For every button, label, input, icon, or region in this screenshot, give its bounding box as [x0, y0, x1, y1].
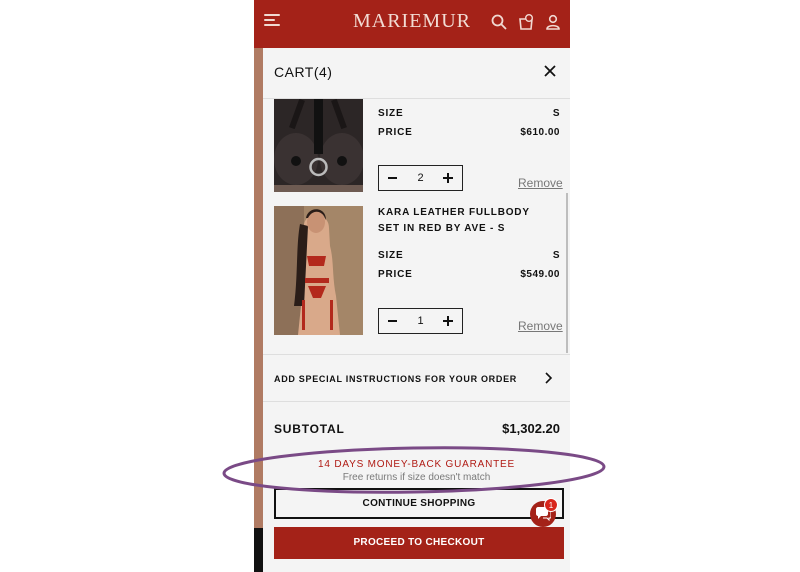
remove-link[interactable]: Remove: [518, 176, 563, 190]
increase-quantity-button[interactable]: [443, 316, 453, 326]
product-image[interactable]: [274, 99, 363, 192]
product-name[interactable]: KARA LEATHER FULLBODY: [378, 207, 530, 218]
chat-badge: 1: [544, 498, 558, 512]
close-icon[interactable]: [543, 64, 557, 78]
guarantee-title: 14 DAYS MONEY-BACK GUARANTEE: [318, 459, 515, 470]
remove-link[interactable]: Remove: [518, 319, 563, 333]
background-strip: [254, 48, 263, 528]
product-name-line2[interactable]: SET IN RED BY AVE - S: [378, 223, 505, 234]
background-strip-bottom: [254, 528, 263, 572]
size-value: S: [552, 108, 560, 119]
search-icon[interactable]: [490, 13, 508, 31]
divider: [263, 401, 570, 402]
size-value: S: [552, 250, 560, 261]
size-label: SIZE: [378, 250, 404, 261]
special-instructions-toggle[interactable]: ADD SPECIAL INSTRUCTIONS FOR YOUR ORDER: [274, 374, 517, 384]
cart-title: CART(4): [274, 64, 333, 80]
user-icon[interactable]: [544, 13, 562, 31]
quantity-stepper: 2: [378, 165, 463, 191]
checkout-button[interactable]: PROCEED TO CHECKOUT: [274, 527, 564, 559]
chevron-right-icon[interactable]: [543, 371, 553, 385]
bag-heart-icon[interactable]: [517, 13, 535, 31]
size-label: SIZE: [378, 108, 404, 119]
quantity-stepper: 1: [378, 308, 463, 334]
cart-drawer: CART(4) SIZE S PRICE $610.00 2 Remove KA…: [263, 48, 570, 572]
subtotal-value: $1,302.20: [502, 421, 560, 436]
increase-quantity-button[interactable]: [443, 173, 453, 183]
price-value: $610.00: [520, 127, 560, 138]
scrollbar[interactable]: [566, 193, 568, 353]
price-value: $549.00: [520, 269, 560, 280]
divider: [263, 354, 570, 355]
header-bar: MARIEMUR: [254, 0, 570, 48]
price-label: PRICE: [378, 269, 413, 280]
product-image[interactable]: [274, 206, 363, 335]
guarantee-subtitle: Free returns if size doesn't match: [342, 472, 491, 483]
subtotal-label: SUBTOTAL: [274, 422, 345, 436]
price-label: PRICE: [378, 127, 413, 138]
continue-shopping-button[interactable]: CONTINUE SHOPPING: [274, 488, 564, 519]
